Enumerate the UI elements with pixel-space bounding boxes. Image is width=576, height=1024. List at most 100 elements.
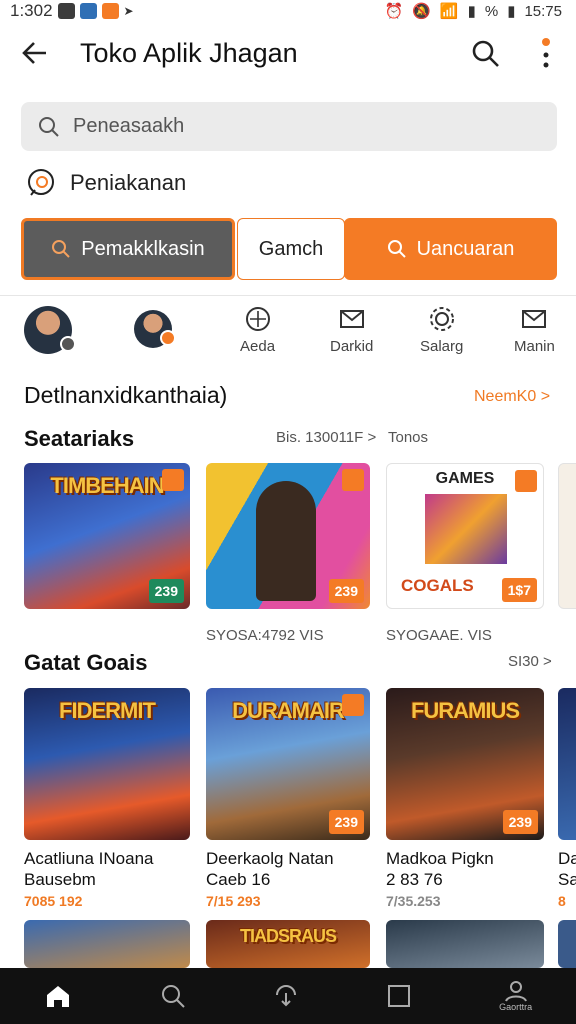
shortcut-label: Manin: [514, 338, 555, 355]
mail-icon: [522, 310, 547, 328]
status-time-right: 15:75: [524, 2, 562, 20]
back-arrow-icon[interactable]: [20, 38, 50, 68]
game-card[interactable]: GAMES COGALS 1$7: [386, 463, 544, 609]
section-title: Gatat Goais: [24, 650, 148, 675]
shortcut-manin[interactable]: Manin: [514, 306, 555, 355]
game-card[interactable]: [558, 920, 576, 968]
update-icon: [276, 985, 297, 1007]
game-price: 7/15 293: [206, 893, 261, 909]
section-title: Seatariaks: [24, 426, 135, 451]
game-card-price: 239: [328, 579, 364, 603]
badge-icon: [342, 694, 364, 716]
game-name: Deerkaolg Natan: [206, 849, 334, 868]
more-menu-icon[interactable]: [536, 34, 556, 74]
shortcut-aeda[interactable]: Aeda: [240, 306, 275, 355]
badge-icon: [160, 330, 176, 346]
pill-label: Pemakklkasin: [81, 237, 205, 260]
signal-icon: ▮: [467, 3, 476, 20]
app-notification-icon: [57, 3, 75, 19]
wifi-icon: 📶: [439, 3, 459, 20]
game-price: 7085 192: [24, 893, 83, 909]
shortcut-avatar-2[interactable]: [134, 306, 176, 348]
card-footer-text: SYOGAAE. VIS: [386, 627, 492, 644]
shortcut-salarg[interactable]: Salarg: [420, 306, 463, 355]
game-card[interactable]: [558, 463, 576, 609]
pill-search-updates[interactable]: Uancuaran: [344, 218, 557, 280]
game-name: Da: [558, 849, 576, 868]
game-subtitle: 2 83 76: [386, 870, 443, 889]
search-icon[interactable]: [470, 38, 502, 70]
game-card[interactable]: TIADSRAUS: [206, 920, 370, 968]
game-card[interactable]: DURAMAIR 239: [206, 688, 370, 840]
game-card-price: 239: [328, 810, 364, 834]
chat-icon: [28, 169, 54, 196]
see-more-link[interactable]: SI30 >: [508, 653, 552, 670]
see-more-link[interactable]: NeemK0 >: [474, 388, 550, 406]
game-subtitle: Sa: [558, 870, 576, 889]
game-price: 8: [558, 893, 566, 909]
game-card-price: 239: [502, 810, 538, 834]
pill-label: Gamch: [258, 237, 324, 260]
nav-library[interactable]: [387, 984, 411, 1008]
shortcut-label: Salarg: [420, 338, 464, 355]
nav-label: Gaorttra: [499, 1002, 533, 1012]
game-card[interactable]: [558, 688, 576, 840]
nav-profile[interactable]: Gaorttra: [499, 980, 532, 1012]
game-card-art-title: TIADSRAUS: [239, 926, 337, 946]
search-placeholder: Peneasaakh: [73, 115, 185, 137]
status-bar: 1:302 ➤ ⏰ 🔕 📶 ▮ % ▮ 15:75: [0, 0, 576, 22]
game-card[interactable]: FIDERMIT: [24, 688, 190, 840]
app-notification-icon: [101, 3, 119, 19]
mail-icon: [339, 310, 364, 328]
square-icon: [388, 985, 411, 1007]
character-art: [425, 494, 507, 564]
search-icon: [39, 116, 59, 137]
search-icon: [387, 240, 406, 258]
game-card-art-title: FURAMIUS: [410, 698, 520, 723]
nav-home[interactable]: [44, 982, 72, 1010]
category-row[interactable]: Peniakanan: [26, 168, 186, 198]
battery-icon: ▮: [507, 3, 516, 20]
search-icon: [52, 240, 71, 258]
divider: [0, 295, 576, 296]
game-card[interactable]: [24, 920, 190, 968]
badge-icon: [342, 469, 364, 491]
compass-icon: [245, 307, 270, 331]
section-meta[interactable]: Tonos: [388, 429, 428, 446]
game-card-art-title: FIDERMIT: [59, 698, 156, 723]
app-bar: Toko Aplik Jhagan: [0, 28, 576, 82]
shortcut-darkid[interactable]: Darkid: [330, 306, 373, 355]
page-title: Toko Aplik Jhagan: [80, 38, 298, 68]
character-art: [256, 481, 316, 601]
card-footer-text: SYOSA:4792 VIS: [206, 627, 324, 644]
home-icon: [46, 986, 69, 1007]
game-subtitle: Bausebm: [24, 870, 96, 889]
game-subtitle: Caeb 16: [206, 870, 271, 889]
mute-icon: 🔕: [412, 3, 431, 20]
game-card[interactable]: TIMBEHAIN 239: [24, 463, 190, 609]
battery-text: %: [484, 2, 499, 20]
section-meta[interactable]: Bis. 130011F >: [276, 429, 376, 446]
arrow-icon: ➤: [123, 4, 134, 18]
category-label: Peniakanan: [70, 170, 187, 195]
shortcut-avatar-1[interactable]: [24, 306, 76, 354]
avatar: [24, 306, 76, 354]
pill-search-apps[interactable]: Pemakklkasin: [21, 218, 235, 280]
app-notification-icon: [79, 3, 97, 19]
profile-icon: [504, 981, 527, 1002]
game-card-price: 1$7: [501, 578, 537, 602]
game-card[interactable]: [386, 920, 544, 968]
search-input[interactable]: Peneasaakh: [21, 102, 557, 151]
nav-search[interactable]: [160, 983, 186, 1009]
game-card[interactable]: FURAMIUS 239: [386, 688, 544, 840]
avatar: [134, 310, 176, 348]
game-name: Madkoa Pigkn: [386, 849, 494, 868]
game-card[interactable]: 239: [206, 463, 370, 609]
status-time: 1:302: [10, 1, 53, 20]
filter-pills: Pemakklkasin Gamch Uancuaran: [21, 218, 557, 280]
pill-label: Uancuaran: [416, 237, 515, 260]
game-card-price: 239: [148, 579, 184, 603]
alarm-icon: ⏰: [384, 3, 404, 20]
pill-games[interactable]: Gamch: [237, 218, 345, 280]
nav-updates[interactable]: [273, 983, 299, 1009]
